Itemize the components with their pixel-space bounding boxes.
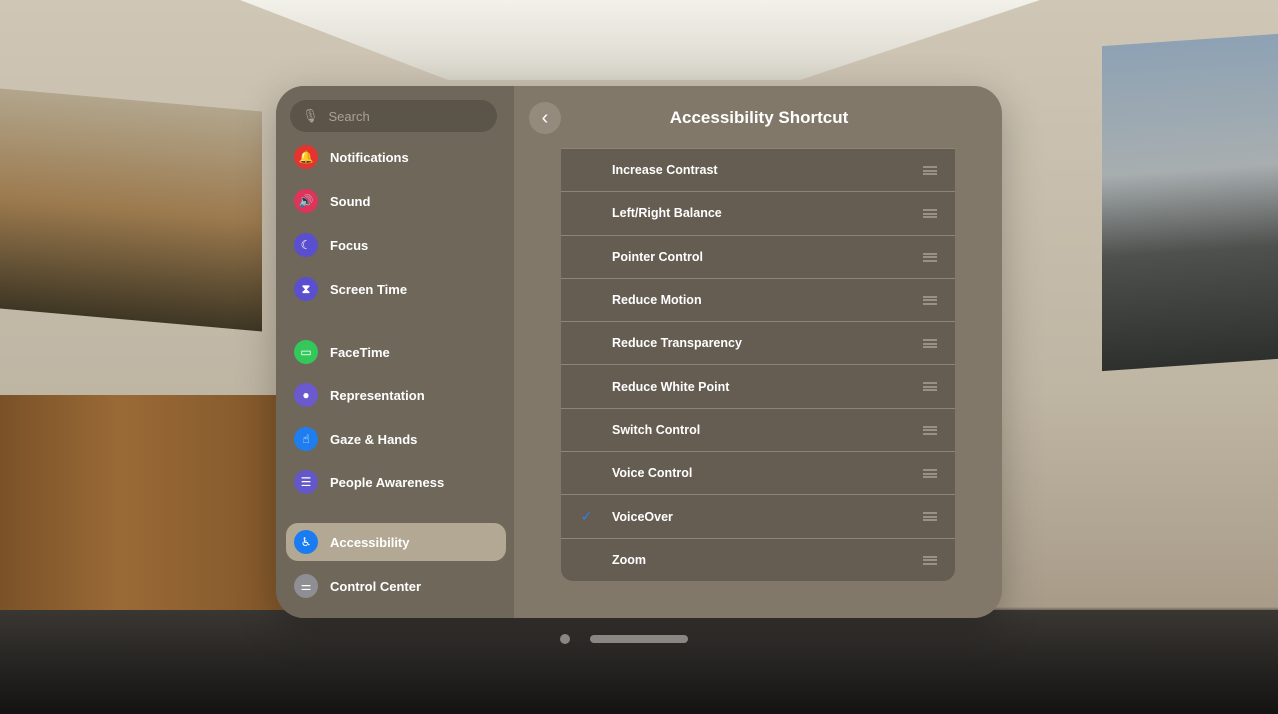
shortcut-list: Increase Contrast Left/Right Balance Point…: [561, 148, 955, 581]
sidebar-item-notifications[interactable]: 🔔 Notifications: [286, 138, 506, 176]
bell-icon: 🔔: [294, 145, 318, 169]
reorder-handle-icon[interactable]: [923, 209, 937, 219]
item-label: Pointer Control: [612, 249, 703, 264]
item-label: Switch Control: [612, 422, 701, 437]
sidebar-item-control-center[interactable]: ⚌ Control Center: [286, 567, 506, 605]
sidebar-item-people-awareness[interactable]: ☰ People Awareness: [286, 463, 506, 501]
list-item[interactable]: Zoom: [561, 537, 955, 581]
sidebar-item-label: Accessibility: [330, 534, 410, 550]
sidebar-item-label: Sound: [330, 193, 371, 209]
sidebar-item-focus[interactable]: ☾ Focus: [286, 226, 506, 264]
ceiling: [240, 0, 1040, 80]
item-label: Reduce Transparency: [612, 336, 742, 351]
sidebar-item-label: Representation: [330, 387, 425, 403]
sidebar-item-label: Control Center: [330, 578, 421, 594]
list-item[interactable]: Reduce Motion: [561, 277, 955, 322]
list-item[interactable]: Pointer Control: [561, 234, 955, 278]
sidebar-item-label: People Awareness: [330, 474, 445, 490]
landscape-painting: [0, 88, 262, 332]
item-label: Reduce White Point: [612, 379, 730, 394]
reorder-handle-icon[interactable]: [923, 512, 937, 522]
sidebar-item-accessibility[interactable]: ♿ Accessibility: [286, 523, 506, 561]
sidebar-item-label: Notifications: [330, 149, 409, 165]
item-label: Zoom: [612, 552, 647, 567]
sidebar-item-label: FaceTime: [330, 344, 390, 360]
item-label: Increase Contrast: [612, 163, 718, 178]
list-item[interactable]: Switch Control: [561, 407, 955, 452]
sidebar-item-gaze-hands[interactable]: ☝ Gaze & Hands: [286, 420, 506, 458]
people-awareness-icon: ☰: [294, 470, 318, 494]
list-item[interactable]: Left/Right Balance: [561, 191, 955, 235]
reorder-handle-icon[interactable]: [923, 469, 937, 479]
back-button[interactable]: ‹: [529, 102, 561, 134]
accessibility-icon: ♿: [294, 530, 318, 554]
list-item[interactable]: Reduce Transparency: [561, 321, 955, 365]
person-icon: ●: [294, 383, 318, 407]
item-label: Voice Control: [612, 466, 693, 481]
item-label: VoiceOver: [612, 509, 673, 524]
sidebar-item-screen-time[interactable]: ⧗ Screen Time: [286, 270, 506, 308]
reorder-handle-icon[interactable]: [923, 166, 937, 175]
sidebar-item-sound[interactable]: 🔊 Sound: [286, 182, 506, 220]
landscape-painting: [1102, 33, 1278, 372]
chevron-left-icon: ‹: [541, 106, 549, 129]
toggles-icon: ⚌: [294, 574, 318, 598]
sidebar-item-representation[interactable]: ● Representation: [286, 376, 506, 414]
sidebar-item-label: Gaze & Hands: [330, 431, 418, 447]
list-item[interactable]: ✓ VoiceOver: [561, 494, 955, 538]
search-placeholder: Search: [328, 108, 370, 124]
sidebar-item-label: Focus: [330, 237, 369, 253]
checkmark-icon: ✓: [580, 508, 593, 525]
settings-window: 🎙 Search 🔔 Notifications 🔊 Sound ☾ Focus ⧗ Scre…: [276, 86, 1002, 618]
item-label: Reduce Motion: [612, 293, 702, 308]
window-grabber[interactable]: [590, 635, 688, 643]
reorder-handle-icon[interactable]: [923, 339, 937, 349]
video-icon: ▭: [294, 340, 318, 364]
hand-icon: ☝: [294, 427, 318, 451]
hourglass-icon: ⧗: [294, 277, 318, 301]
sidebar-item-label: Screen Time: [330, 281, 408, 297]
list-item[interactable]: Voice Control: [561, 451, 955, 495]
search-input[interactable]: 🎙 Search: [290, 100, 497, 132]
sidebar-item-facetime[interactable]: ▭ FaceTime: [286, 333, 506, 371]
reorder-handle-icon[interactable]: [923, 295, 937, 305]
list-item[interactable]: Reduce White Point: [561, 364, 955, 408]
speaker-icon: 🔊: [294, 189, 318, 213]
list-item[interactable]: Increase Contrast: [561, 148, 955, 192]
reorder-handle-icon[interactable]: [923, 555, 937, 565]
reorder-handle-icon[interactable]: [923, 382, 937, 392]
reorder-handle-icon[interactable]: [923, 425, 937, 435]
page-title: Accessibility Shortcut: [669, 108, 849, 127]
floor: [0, 610, 1278, 714]
microphone-icon[interactable]: 🎙: [302, 108, 319, 124]
sidebar: 🎙 Search 🔔 Notifications 🔊 Sound ☾ Focus ⧗ Scre…: [276, 86, 514, 618]
reorder-handle-icon[interactable]: [923, 252, 937, 262]
item-label: Left/Right Balance: [612, 206, 722, 221]
moon-icon: ☾: [294, 233, 318, 257]
page-dot[interactable]: [560, 634, 570, 644]
